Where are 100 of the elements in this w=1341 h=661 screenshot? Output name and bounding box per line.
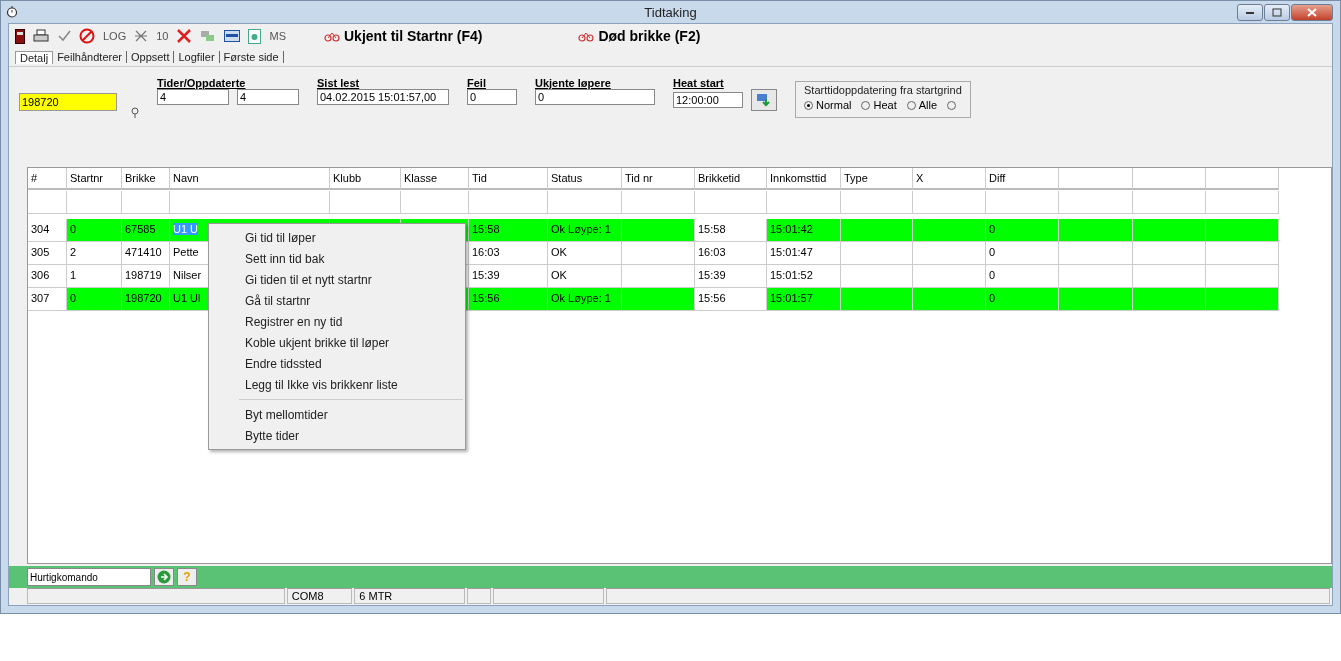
table-cell: 0 <box>67 219 122 242</box>
input-field[interactable]: 0 <box>467 89 517 105</box>
bulb-icon <box>131 107 139 118</box>
table-cell: OK <box>548 242 622 265</box>
table-cell: 15:01:42 <box>767 219 841 242</box>
menu-item[interactable]: Registrer en ny tid <box>209 311 465 332</box>
tab[interactable]: Detalj <box>15 50 54 64</box>
table-cell <box>841 191 913 214</box>
column-header[interactable]: # <box>28 168 67 190</box>
tab[interactable]: Oppsett <box>126 51 175 63</box>
stopwatch-icon <box>6 6 18 18</box>
table-cell: Ok Løype: 1 <box>548 288 622 311</box>
table-cell: Ok Løype: 1 <box>548 219 622 242</box>
table-cell: 0 <box>67 288 122 311</box>
column-header[interactable]: Status <box>548 168 622 190</box>
log-button[interactable]: LOG <box>103 30 127 42</box>
close-icon <box>1307 7 1317 17</box>
toolbar-button[interactable]: Død brikke (F2) <box>574 28 705 44</box>
status-pane: 6 MTR <box>354 588 466 604</box>
table-cell: 2 <box>67 242 122 265</box>
table-cell: 471410 <box>122 242 170 265</box>
column-header[interactable]: Klubb <box>330 168 401 190</box>
input-field[interactable]: 4 <box>157 89 229 105</box>
column-header[interactable] <box>1206 168 1279 190</box>
input-field[interactable]: 04.02.2015 15:01:57,00 <box>317 89 449 105</box>
delete-icon[interactable] <box>176 28 193 44</box>
table-cell: 0 <box>986 219 1059 242</box>
table-cell: 305 <box>28 242 67 265</box>
window-title: Tidtaking <box>644 4 697 20</box>
column-header[interactable]: Brikke <box>122 168 170 190</box>
table-cell <box>67 191 122 214</box>
input-field[interactable]: 4 <box>237 89 299 105</box>
table-cell <box>28 191 67 214</box>
maximize-icon <box>1272 7 1282 17</box>
group-title: Starttidoppdatering fra startgrind <box>804 84 962 96</box>
arrow-right-icon <box>157 570 171 584</box>
table-cell <box>695 191 767 214</box>
go-button[interactable] <box>154 568 174 586</box>
field-label: Heat start <box>673 77 725 89</box>
field-label: Feil <box>467 77 487 89</box>
column-header[interactable]: Innkomsttid <box>767 168 841 190</box>
search-field[interactable]: 198720 <box>19 93 117 111</box>
download-arrow-icon <box>756 93 772 107</box>
document-icon[interactable] <box>248 28 262 44</box>
table-cell <box>122 191 170 214</box>
command-field[interactable]: Hurtigkomando <box>27 568 151 586</box>
table-cell: 16:03 <box>469 242 548 265</box>
column-header[interactable]: Klasse <box>401 168 469 190</box>
input-field[interactable]: 12:00:00 <box>673 92 743 108</box>
input-field[interactable]: 0 <box>535 89 655 105</box>
minimize-button[interactable] <box>1237 3 1263 21</box>
radio-option[interactable]: Normal <box>804 99 852 111</box>
tab[interactable]: Første side <box>219 51 284 63</box>
column-header[interactable]: Diff <box>986 168 1059 190</box>
bicycle-icon <box>324 30 340 42</box>
table-cell: 15:01:57 <box>767 288 841 311</box>
table-cell <box>401 191 469 214</box>
toolbar-button[interactable]: Ukjent til Startnr (F4) <box>320 28 487 44</box>
column-header[interactable]: Brikketid <box>695 168 767 190</box>
table-cell: 198720 <box>122 288 170 311</box>
menu-item[interactable]: Koble ukjent brikke til løper <box>209 332 465 353</box>
check-icon[interactable] <box>57 29 71 43</box>
device-icon[interactable] <box>15 28 25 44</box>
table-cell: 306 <box>28 265 67 288</box>
ten-button[interactable]: 10 <box>156 30 169 42</box>
table-cell: 15:56 <box>469 288 548 311</box>
printer-icon[interactable] <box>33 29 49 43</box>
menu-item[interactable]: Endre tidssted <box>209 353 465 374</box>
tab[interactable]: Logfiler <box>174 51 220 63</box>
table-cell: 67585 <box>122 219 170 242</box>
column-header[interactable]: Startnr <box>67 168 122 190</box>
radio-option[interactable]: Heat <box>861 99 897 111</box>
menu-item[interactable]: Byt mellomtider <box>209 404 465 425</box>
table-cell: 0 <box>986 242 1059 265</box>
column-header[interactable]: Tid <box>469 168 548 190</box>
table-cell: 16:03 <box>695 242 767 265</box>
column-header[interactable]: X <box>913 168 986 190</box>
column-header[interactable]: Tid nr <box>622 168 695 190</box>
close-button[interactable] <box>1291 3 1333 21</box>
no-entry-icon[interactable] <box>79 28 95 44</box>
menu-item[interactable]: Bytte tider <box>209 425 465 446</box>
table-cell: 15:01:47 <box>767 242 841 265</box>
apply-time-button[interactable] <box>751 89 777 111</box>
field-label: Tider/Oppdaterte <box>157 77 247 89</box>
field-label: Sist lest <box>317 77 361 89</box>
bicycle-icon <box>578 30 595 42</box>
tab[interactable]: Feilhåndterer <box>53 51 127 63</box>
radio-option[interactable]: Alle <box>906 99 938 111</box>
column-header[interactable]: Navn <box>170 168 330 190</box>
status-pane: COM8 <box>286 588 353 604</box>
table-cell: 15:39 <box>695 265 767 288</box>
card-icon[interactable] <box>224 30 241 42</box>
menu-item[interactable]: Legg til Ikke vis brikkenr liste <box>209 374 465 395</box>
table-cell: 0 <box>986 288 1059 311</box>
table-cell <box>330 191 401 214</box>
ms-button[interactable]: MS <box>269 30 286 42</box>
column-header[interactable] <box>1059 168 1133 190</box>
column-header[interactable] <box>1133 168 1206 190</box>
field-label: Ukjente løpere <box>535 77 612 89</box>
column-header[interactable]: Type <box>841 168 913 190</box>
